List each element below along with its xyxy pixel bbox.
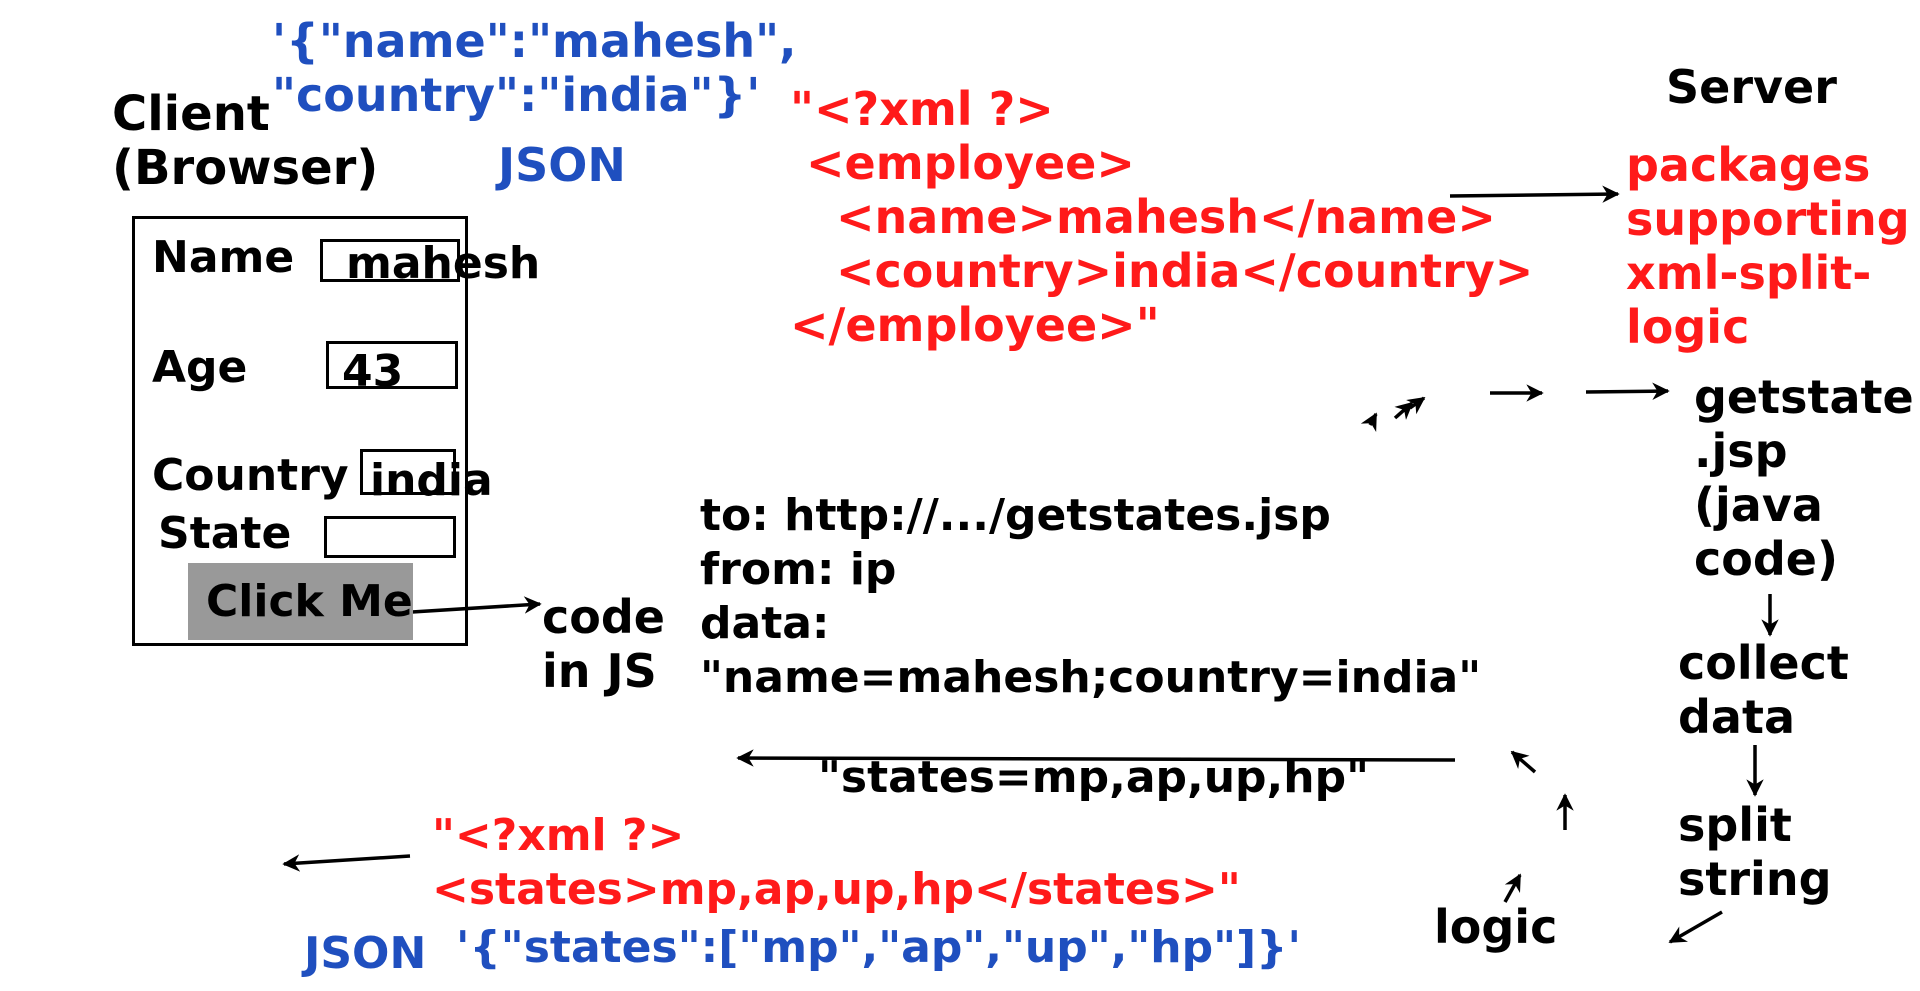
xml-request-line2: <employee> [806, 136, 1135, 190]
server-title: Server [1666, 60, 1837, 114]
js-code-line2: in JS [542, 644, 657, 698]
client-subtitle: (Browser) [112, 140, 379, 196]
packages-line4: logic [1626, 300, 1750, 354]
collect-line1: collect [1678, 636, 1849, 690]
js-code-line1: code [542, 590, 665, 644]
request-data-label: data: [700, 598, 830, 649]
response-json-value: '{"states":["mp","ap","up","hp"]}' [456, 922, 1301, 973]
arrow-dash-3 [1406, 396, 1426, 415]
collect-line2: data [1678, 690, 1795, 744]
split-line2: string [1678, 852, 1832, 906]
request-data-value: "name=mahesh;country=india" [700, 652, 1482, 703]
client-title: Client [112, 86, 270, 142]
json-request-label: JSON [498, 138, 626, 192]
state-input[interactable] [324, 516, 456, 558]
packages-line3: xml-split- [1626, 246, 1872, 300]
state-label: State [158, 508, 292, 559]
arrow-dash-2 [1393, 401, 1414, 420]
name-label: Name [152, 232, 295, 283]
arrow-xml-response-back [282, 854, 411, 872]
country-label: Country [152, 450, 349, 501]
json-request-line2: "country":"india"}' [272, 68, 761, 122]
logic-label: logic [1434, 900, 1558, 954]
request-from: from: ip [700, 544, 897, 595]
name-value: mahesh [346, 238, 541, 289]
age-value: 43 [342, 346, 404, 397]
xml-request-line1: "<?xml ?> [790, 82, 1054, 136]
jsp-line4: code) [1694, 532, 1839, 586]
arrow-dash-1 [1360, 412, 1378, 433]
arrow-logic-up [1503, 873, 1522, 903]
xml-request-line4: <country>india</country> [836, 244, 1534, 298]
click-me-button[interactable]: Click Me [188, 563, 413, 640]
json-request-line1: '{"name":"mahesh", [272, 14, 797, 68]
xml-request-line5: </employee>" [790, 298, 1160, 352]
packages-line1: packages [1626, 138, 1871, 192]
arrow-to-jsp [1585, 382, 1670, 400]
xml-request-line3: <name>mahesh</name> [836, 190, 1496, 244]
packages-line2: supporting [1626, 192, 1910, 246]
arrow-dash-6 [1510, 750, 1537, 774]
age-label: Age [152, 342, 248, 393]
country-value: india [370, 455, 493, 506]
jsp-line2: .jsp [1694, 424, 1788, 478]
split-line1: split [1678, 798, 1792, 852]
jsp-line1: getstate [1694, 370, 1914, 424]
request-to: to: http://.../getstates.jsp [700, 490, 1331, 541]
response-plain: "states=mp,ap,up,hp" [818, 752, 1370, 803]
arrow-split-to-logic [1668, 910, 1723, 944]
jsp-line3: (java [1694, 478, 1823, 532]
response-xml-line2: <states>mp,ap,up,hp</states>" [432, 864, 1241, 915]
response-xml-line1: "<?xml ?> [432, 810, 685, 861]
response-json-label: JSON [304, 928, 427, 979]
